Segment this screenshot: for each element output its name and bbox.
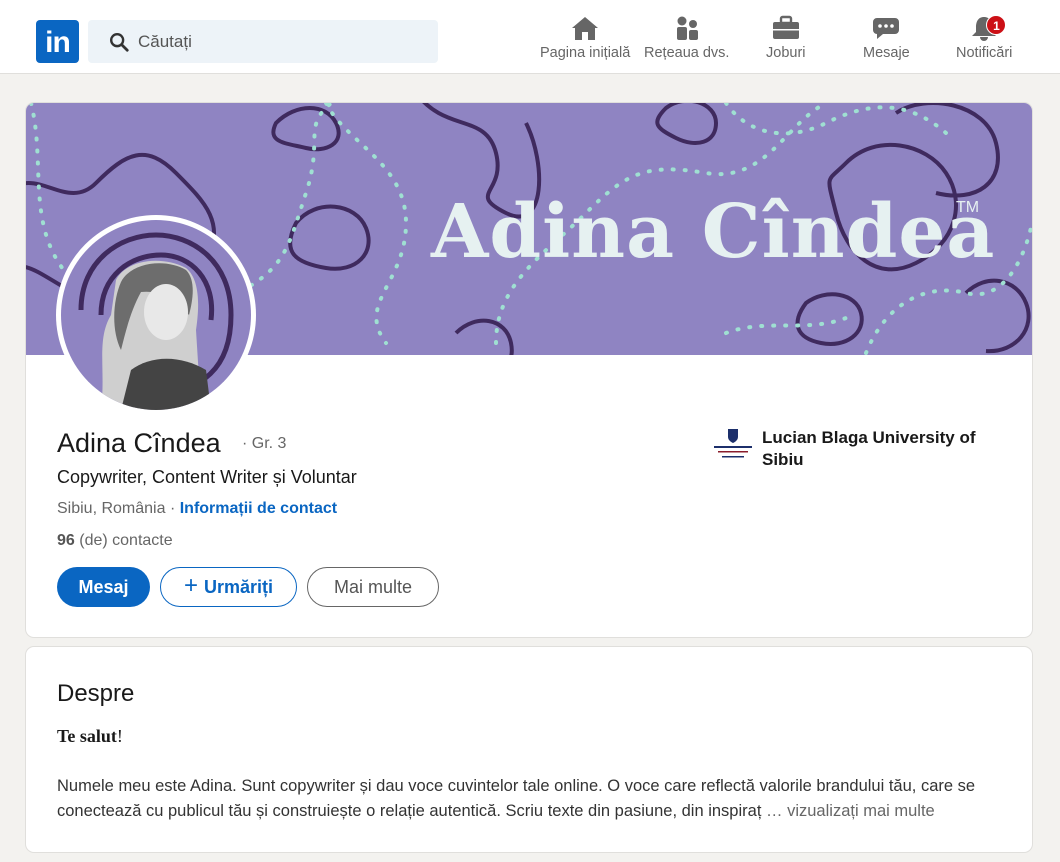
about-card: Despre Te salut! Numele meu este Adina. …	[26, 647, 1032, 852]
nav-item-jobs[interactable]: Joburi	[766, 15, 806, 61]
follow-label: Urmăriți	[203, 576, 274, 597]
connections-label: (de) contacte	[74, 532, 173, 549]
nav-label-home: Pagina inițială	[540, 45, 631, 61]
profile-card: Adina Cîndea TM Adina Cîndea · Gr. 3 Cop…	[26, 103, 1032, 637]
more-button[interactable]: Mai multe	[307, 567, 439, 607]
home-icon	[572, 17, 599, 40]
plus-icon: +	[183, 571, 198, 599]
search-input[interactable]	[138, 31, 418, 52]
follow-button[interactable]: + Urmăriți	[160, 567, 297, 607]
top-nav-bar: in Pagina inițială Rețeaua dvs. Joburi	[0, 0, 1060, 74]
linkedin-logo[interactable]: in	[36, 20, 79, 63]
greeting-rest: !	[116, 726, 123, 746]
nav-item-network[interactable]: Rețeaua dvs.	[644, 15, 729, 61]
profile-location-line: Sibiu, România · Informații de contact	[57, 500, 337, 518]
nav-item-home[interactable]: Pagina inițială	[540, 15, 630, 61]
search-icon	[110, 32, 129, 52]
about-title: Despre	[57, 680, 135, 707]
profile-name: Adina Cîndea	[57, 428, 221, 458]
education-name: Lucian Blaga University of Sibiu	[762, 428, 976, 469]
banner-title: Adina Cîndea	[431, 189, 996, 275]
messaging-icon	[873, 18, 900, 39]
briefcase-icon	[772, 15, 799, 39]
avatar-portrait	[78, 232, 234, 410]
education-entry[interactable]: Lucian Blaga University of Sibiu	[712, 427, 1002, 471]
connection-degree: · Gr. 3	[242, 435, 287, 452]
profile-location: Sibiu, România	[57, 500, 166, 517]
profile-headline: Copywriter, Content Writer și Voluntar	[57, 467, 357, 487]
avatar[interactable]	[56, 215, 256, 415]
notification-badge: 1	[986, 15, 1007, 35]
connections-count[interactable]: 96 (de) contacte	[57, 532, 173, 550]
banner-trademark: TM	[956, 199, 980, 216]
see-more-link[interactable]: … vizualizați mai multe	[761, 802, 935, 820]
connections-number: 96	[57, 532, 75, 549]
nav-label-messaging: Mesaje	[863, 45, 910, 61]
search-box[interactable]	[88, 20, 438, 63]
nav-item-messaging[interactable]: Mesaje	[863, 15, 910, 61]
nav-label-jobs: Joburi	[766, 45, 806, 61]
network-icon	[676, 16, 698, 40]
greeting-bold: Te salut	[57, 726, 117, 746]
location-separator: ·	[165, 500, 180, 517]
about-greeting: Te salut!	[57, 726, 123, 747]
message-button[interactable]: Mesaj	[57, 567, 150, 607]
university-logo	[714, 429, 752, 458]
avatar-photo	[61, 220, 251, 410]
contact-info-link[interactable]: Informații de contact	[180, 500, 337, 517]
nav-label-network: Rețeaua dvs.	[644, 45, 730, 61]
nav-item-notifications[interactable]: 1 Notificări	[956, 15, 1012, 61]
nav-label-notifications: Notificări	[956, 45, 1013, 61]
about-text: Numele meu este Adina. Sunt copywriter ș…	[57, 774, 1007, 824]
